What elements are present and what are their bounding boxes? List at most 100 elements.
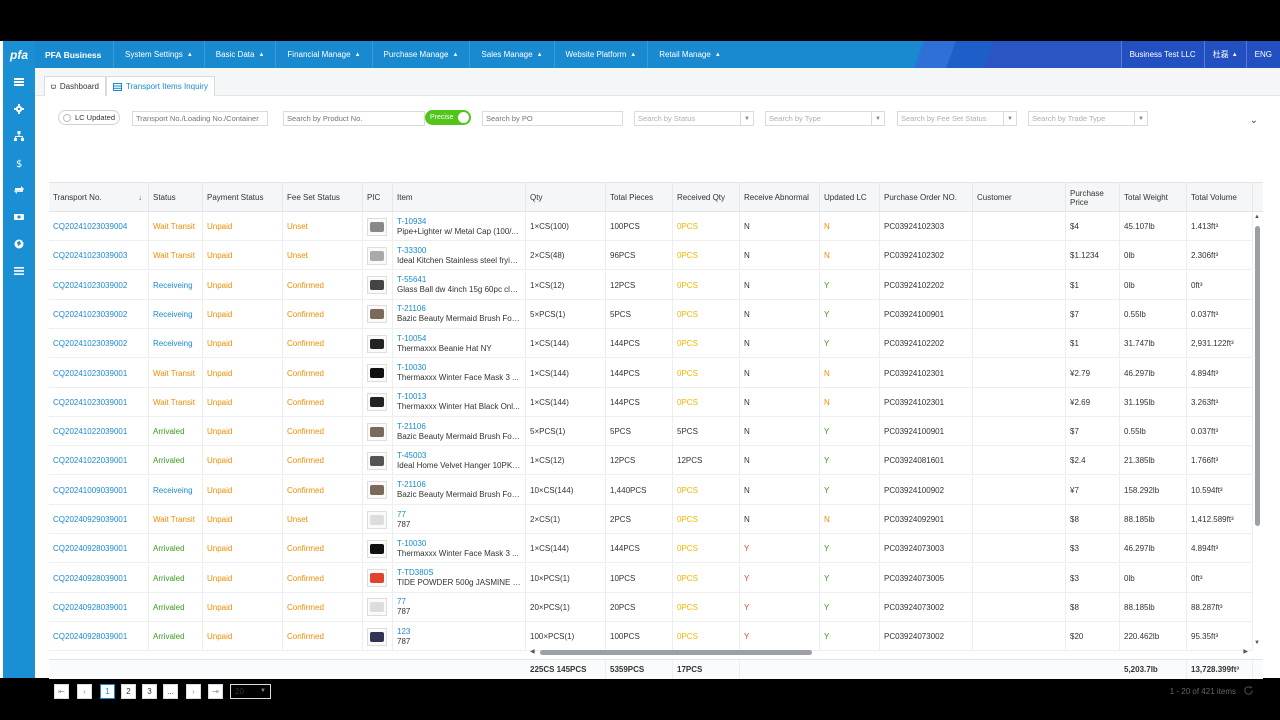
product-image[interactable]: [367, 481, 387, 500]
page-button[interactable]: 3: [142, 684, 157, 699]
horizontal-scrollbar[interactable]: ◀ ▶: [530, 647, 1250, 657]
exchange-icon[interactable]: [3, 176, 35, 203]
table-row[interactable]: CQ20241023039004 Wait Transit Unpaid Unset T…: [49, 212, 1253, 241]
transport-no-link[interactable]: CQ20240928039001: [53, 574, 127, 583]
column-header[interactable]: Item: [393, 183, 526, 212]
product-search-input[interactable]: [283, 111, 425, 126]
gear-icon[interactable]: [3, 95, 35, 122]
brand-name[interactable]: PFA Business: [35, 50, 113, 60]
vertical-scroll-thumb[interactable]: [1255, 226, 1260, 526]
item-code-link[interactable]: 77: [397, 510, 406, 520]
table-row[interactable]: CQ20240928039001 Arrivaled Unpaid Confirmed…: [49, 563, 1253, 593]
org-chart-icon[interactable]: [3, 122, 35, 149]
product-image[interactable]: [367, 627, 387, 646]
transport-no-link[interactable]: CQ20241022039001: [53, 427, 127, 436]
po-search-input[interactable]: [482, 111, 623, 126]
product-image[interactable]: [367, 539, 387, 558]
menu-financial-manage[interactable]: Financial Manage ▲: [275, 41, 371, 68]
menu-purchase-manage[interactable]: Purchase Manage ▲: [371, 41, 470, 68]
transport-no-link[interactable]: CQ20240928039001: [53, 544, 127, 553]
product-image[interactable]: [367, 305, 387, 324]
item-code-link[interactable]: T-10934: [397, 217, 426, 227]
page-size-select[interactable]: 20 ▼: [230, 684, 271, 699]
precise-toggle[interactable]: Precise: [425, 110, 471, 125]
page-ellipsis[interactable]: ...: [163, 684, 178, 699]
transport-no-link[interactable]: CQ20240929039001: [53, 515, 127, 524]
item-code-link[interactable]: T-21106: [397, 304, 426, 314]
page-button[interactable]: 2: [121, 684, 136, 699]
menu-icon[interactable]: [3, 257, 35, 284]
item-code-link[interactable]: T-10054: [397, 334, 426, 344]
type-select[interactable]: Search by Type ▼: [765, 111, 885, 126]
scroll-down-icon[interactable]: ▼: [1254, 640, 1260, 646]
product-image[interactable]: [367, 246, 387, 265]
table-row[interactable]: CQ20241023039003 Wait Transit Unpaid Unset T…: [49, 241, 1253, 271]
column-header[interactable]: Total Weight: [1120, 183, 1187, 212]
column-header[interactable]: Receive Abnormal: [740, 183, 820, 212]
language-switch[interactable]: ENG: [1245, 41, 1280, 68]
last-page-button[interactable]: ⇥: [208, 684, 223, 699]
transport-search-input[interactable]: [132, 111, 268, 126]
product-image[interactable]: [367, 393, 387, 412]
item-code-link[interactable]: T-55641: [397, 275, 426, 285]
transport-no-link[interactable]: CQ20241023039003: [53, 251, 127, 260]
table-row[interactable]: CQ20241023039002 Receiveing Unpaid Confirme…: [49, 299, 1253, 329]
user-menu[interactable]: 杜磊 ▲: [1203, 41, 1246, 68]
product-image[interactable]: [367, 451, 387, 470]
product-image[interactable]: [367, 569, 387, 588]
status-select[interactable]: Search by Status ▼: [634, 111, 754, 126]
menu-website-platform[interactable]: Website Platform ▲: [553, 41, 648, 68]
transport-no-link[interactable]: CQ20241023039004: [53, 222, 127, 231]
transport-no-link[interactable]: CQ20241023039002: [53, 281, 127, 290]
horizontal-scroll-thumb[interactable]: [540, 650, 812, 655]
collapse-filters-icon[interactable]: ⌄: [1250, 115, 1258, 126]
column-header[interactable]: Total Pieces: [606, 183, 673, 212]
product-image[interactable]: [367, 364, 387, 382]
table-row[interactable]: CQ20241009039001 Receiveing Unpaid Confirme…: [49, 475, 1253, 505]
item-code-link[interactable]: T-10030: [397, 539, 426, 549]
transport-no-link[interactable]: CQ20241023039002: [53, 310, 127, 319]
column-header[interactable]: Customer: [973, 183, 1066, 212]
table-row[interactable]: CQ20240928039001 Arrivaled Unpaid Confirmed…: [49, 534, 1253, 564]
prev-page-button[interactable]: ‹: [77, 684, 92, 699]
globe-icon[interactable]: [3, 230, 35, 257]
column-header[interactable]: PIC: [363, 183, 393, 212]
item-code-link[interactable]: 123: [397, 627, 410, 637]
column-header[interactable]: Transport No. ↓: [49, 183, 149, 212]
company-selector[interactable]: Business Test LLC: [1120, 41, 1204, 68]
trade-type-select[interactable]: Search by Trade Type ▼: [1028, 111, 1148, 126]
transport-no-link[interactable]: CQ20241009039001: [53, 486, 127, 495]
product-image[interactable]: [367, 334, 387, 353]
product-image[interactable]: [367, 217, 387, 236]
column-header[interactable]: Purchase Price: [1066, 183, 1120, 212]
table-row[interactable]: CQ20241022039001 Arrivaled Unpaid Confirmed…: [49, 446, 1253, 476]
column-header[interactable]: Payment Status: [203, 183, 283, 212]
item-code-link[interactable]: T-45003: [397, 451, 426, 461]
transport-no-link[interactable]: CQ20240928039001: [53, 632, 127, 641]
transport-no-link[interactable]: CQ20241022039001: [53, 456, 127, 465]
page-button[interactable]: 1: [100, 684, 115, 699]
column-header[interactable]: Qty: [526, 183, 606, 212]
table-row[interactable]: CQ20241022039001 Arrivaled Unpaid Confirmed…: [49, 417, 1253, 447]
fee-status-select[interactable]: Search by Fee Set Status ▼: [897, 111, 1017, 126]
product-image[interactable]: [367, 422, 387, 441]
tab-dashboard[interactable]: Dashboard: [44, 76, 106, 96]
column-header[interactable]: Total Volume: [1187, 183, 1253, 212]
item-code-link[interactable]: 77: [397, 597, 406, 607]
menu-system-settings[interactable]: System Settings ▲: [113, 41, 204, 68]
tab-transport-items-inquiry[interactable]: Transport Items Inquiry: [106, 76, 215, 96]
scroll-left-icon[interactable]: ◀: [530, 648, 535, 655]
product-image[interactable]: [367, 510, 387, 529]
column-header[interactable]: Status: [149, 183, 203, 212]
item-code-link[interactable]: T-10030: [397, 363, 426, 373]
vertical-scrollbar[interactable]: ▲ ▼: [1252, 214, 1262, 646]
table-row[interactable]: CQ20241023039001 Wait Transit Unpaid Confir…: [49, 358, 1253, 388]
item-code-link[interactable]: T-21106: [397, 422, 426, 432]
item-code-link[interactable]: T-TD380S: [397, 568, 433, 578]
item-code-link[interactable]: T-21106: [397, 480, 426, 490]
table-row[interactable]: CQ20241023039002 Receiveing Unpaid Confirme…: [49, 270, 1253, 300]
column-header[interactable]: Received Qty: [673, 183, 740, 212]
table-row[interactable]: CQ20240929039001 Wait Transit Unpaid Unset 7…: [49, 505, 1253, 534]
refresh-icon[interactable]: [1243, 685, 1254, 696]
cash-icon[interactable]: [3, 203, 35, 230]
